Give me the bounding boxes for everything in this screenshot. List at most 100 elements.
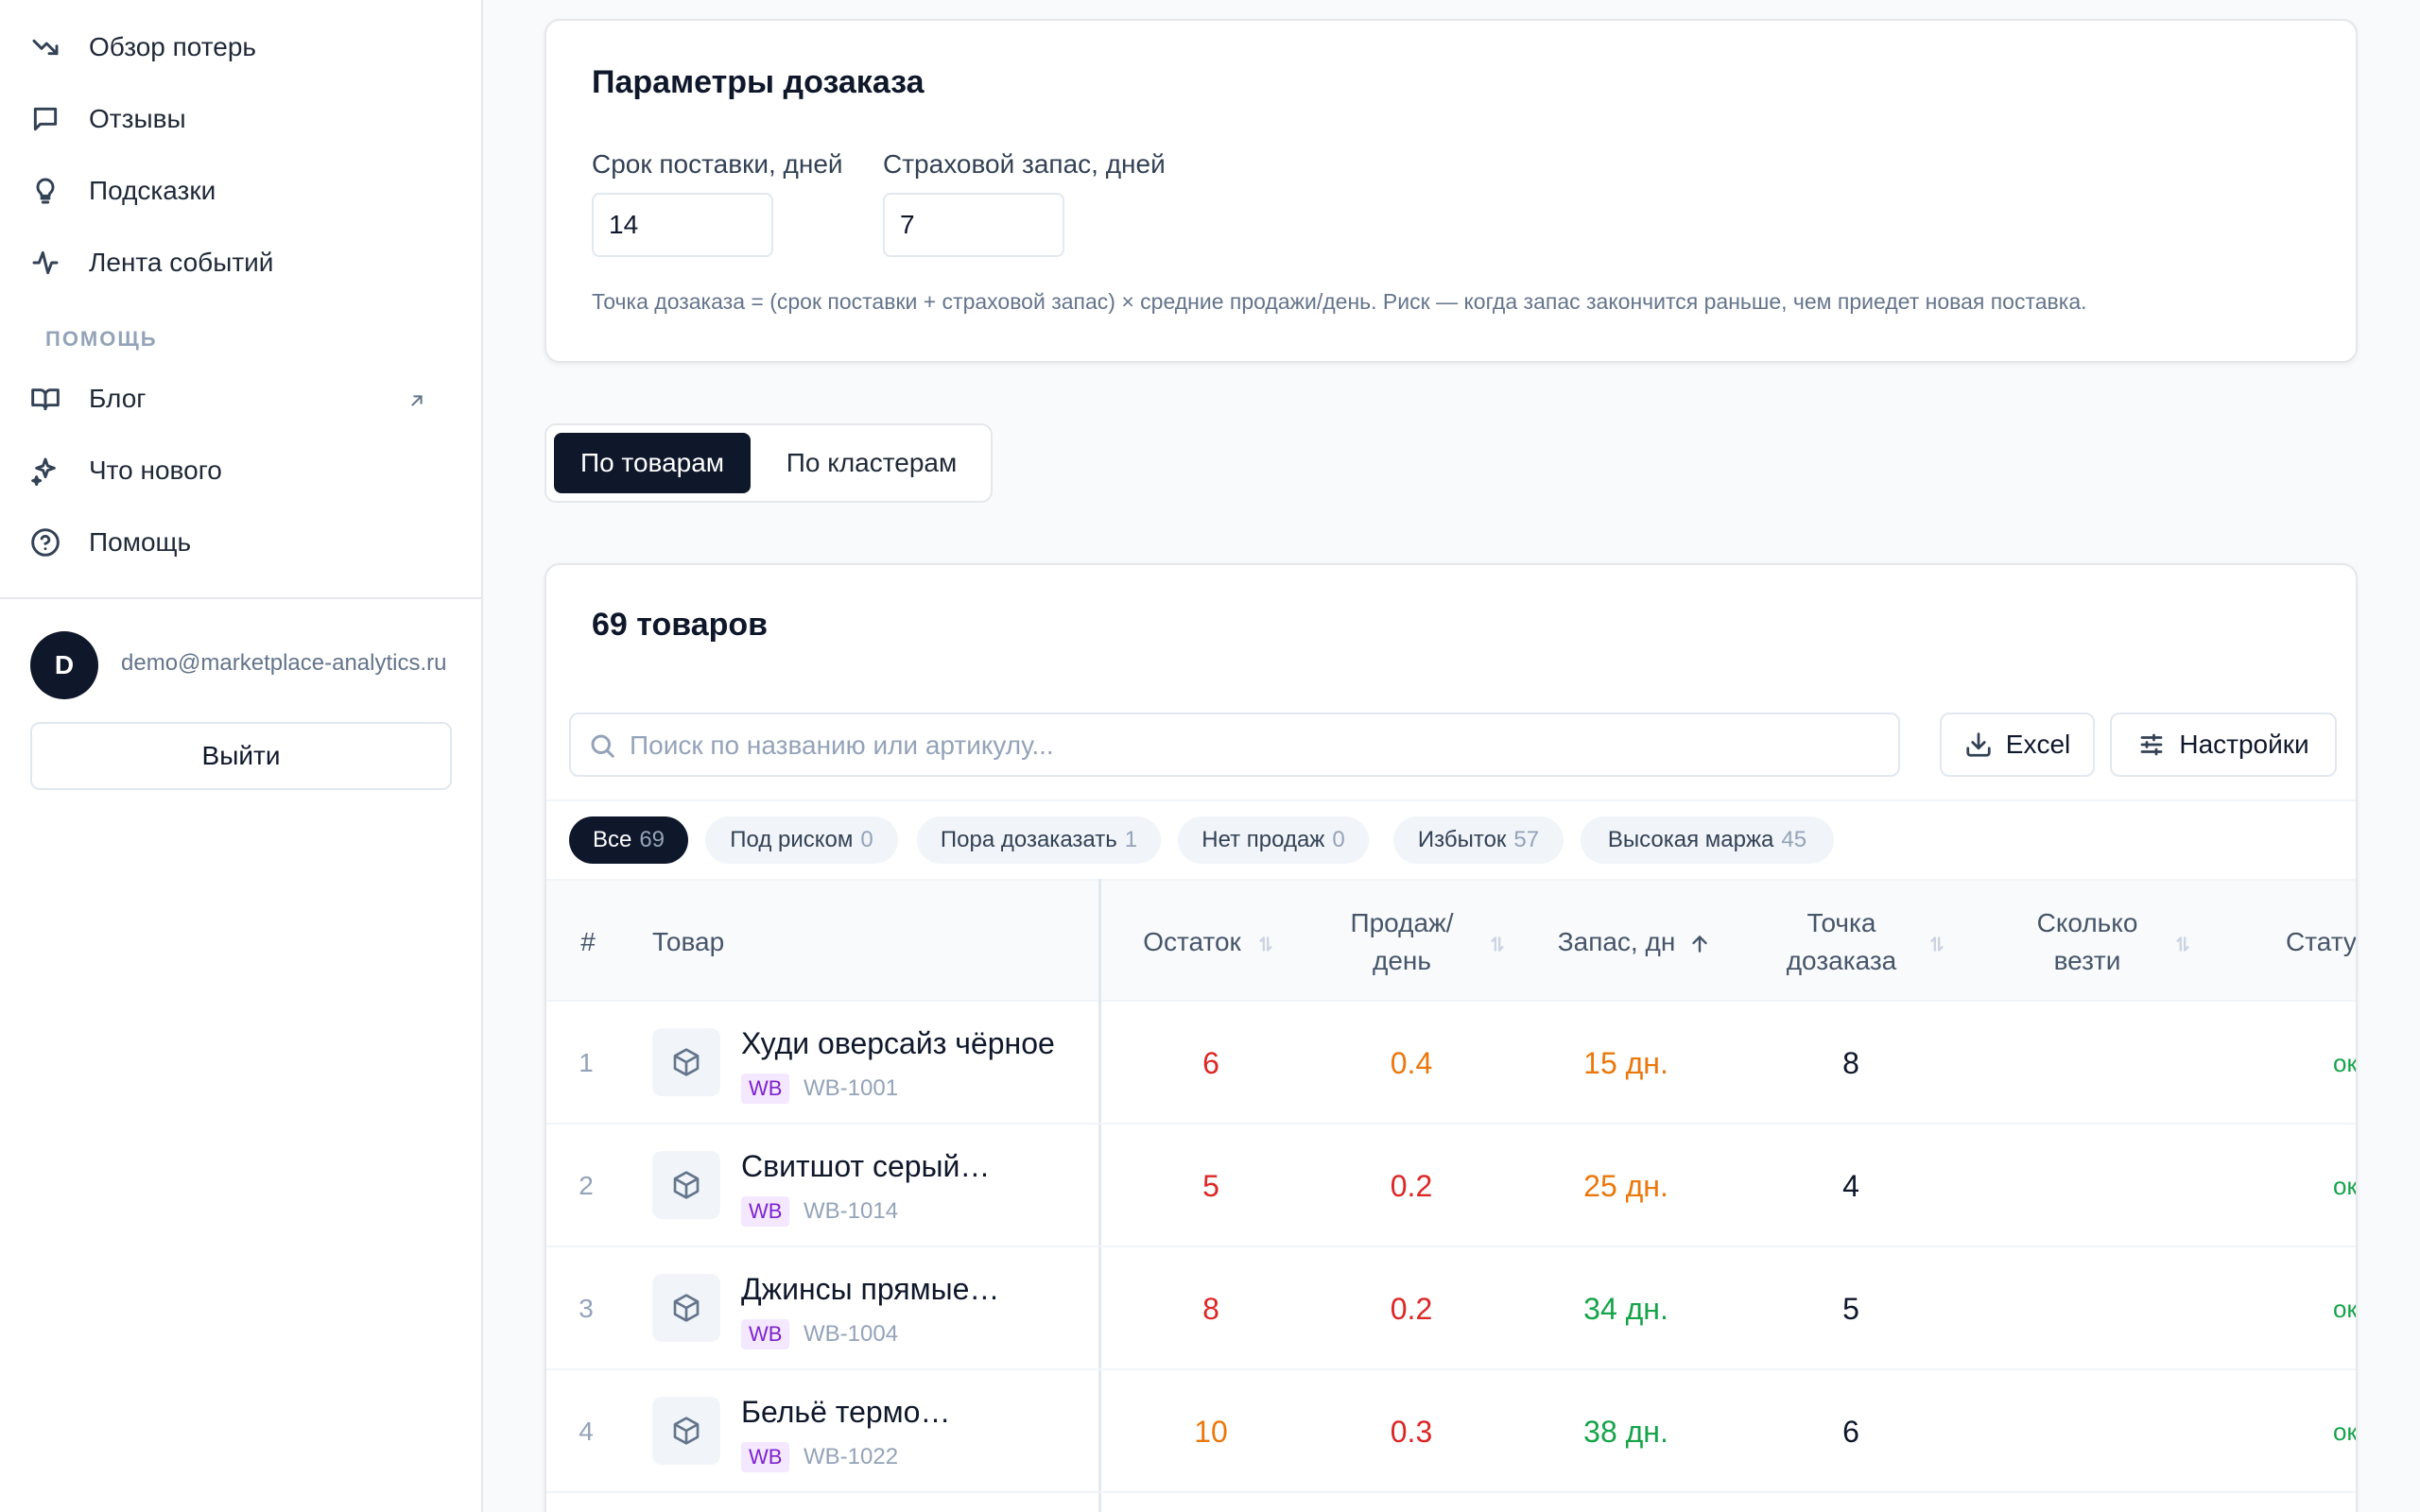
filter-chip-count: 57 xyxy=(1513,827,1540,852)
ship-qty-value xyxy=(1993,1125,2201,1247)
logout-button[interactable]: Выйти xyxy=(30,722,452,790)
table-row[interactable]: 4 Бельё термо… WB WB-1022 10 0.3 38 дн. … xyxy=(546,1370,2358,1493)
days-of-stock-value: 25 дн. xyxy=(1583,1168,1668,1203)
safety-stock-input[interactable] xyxy=(883,193,1064,257)
marketplace-badge: WB xyxy=(741,1074,790,1104)
sort-icon xyxy=(1924,929,1950,955)
table-row[interactable]: 2 Свитшот серый… WB WB-1014 5 0.2 25 дн.… xyxy=(546,1125,2358,1247)
lead-time-label: Срок поставки, дней xyxy=(592,149,843,179)
filter-chip-high-margin[interactable]: Высокая маржа 45 xyxy=(1581,816,1834,864)
lightbulb-icon xyxy=(30,172,89,210)
sidebar-item-hints[interactable]: Подсказки xyxy=(30,163,437,219)
box-icon xyxy=(673,1171,700,1199)
table-settings-button[interactable]: Настройки xyxy=(2110,713,2337,777)
filter-chips: Все 69 Под риском 0 Пора дозаказать 1 Не… xyxy=(546,799,2356,879)
row-number: 4 xyxy=(579,1417,594,1446)
table-settings-label: Настройки xyxy=(2179,730,2309,759)
reorder-point-value: 6 xyxy=(1842,1414,1859,1449)
filter-chip-label: Пора дозаказать xyxy=(940,827,1117,852)
column-header-ship-qty[interactable]: Сколько везти xyxy=(1993,881,2220,1004)
tab-by-clusters[interactable]: По кластерам xyxy=(756,433,987,493)
sidebar-item-events[interactable]: Лента событий xyxy=(30,234,437,291)
box-icon xyxy=(673,1294,700,1322)
filter-chip-no-sales[interactable]: Нет продаж 0 xyxy=(1178,816,1369,864)
status-badge: ок xyxy=(2333,1294,2358,1323)
status-badge: ок xyxy=(2333,1048,2358,1077)
filter-chip-reorder-now[interactable]: Пора дозаказать 1 xyxy=(917,816,1161,864)
sparkles-icon xyxy=(30,452,89,490)
column-header-product[interactable]: Товар xyxy=(652,881,724,1004)
table-row[interactable]: 3 Джинсы прямые… WB WB-1004 8 0.2 34 дн.… xyxy=(546,1247,2358,1370)
help-section-label: ПОМОЩЬ xyxy=(45,327,158,351)
filter-chip-all[interactable]: Все 69 xyxy=(569,816,688,864)
view-tabs: По товарам По кластерам xyxy=(544,423,993,503)
trending-down-icon xyxy=(30,28,89,66)
status-badge: ок xyxy=(2333,1417,2358,1446)
filter-chip-overstock[interactable]: Избыток 57 xyxy=(1393,816,1564,864)
product-name[interactable]: Джинсы прямые… xyxy=(741,1272,1085,1307)
column-header-label: Остаток xyxy=(1143,927,1241,956)
marketplace-badge: WB xyxy=(741,1196,790,1227)
params-title: Параметры дозаказа xyxy=(592,64,925,100)
search-box[interactable] xyxy=(569,713,1900,777)
search-icon xyxy=(588,731,616,760)
sidebar-item-loss-overview[interactable]: Обзор потерь xyxy=(30,19,437,76)
reorder-point-value: 4 xyxy=(1842,1168,1859,1203)
column-header-status[interactable]: Статус xyxy=(2286,881,2356,1004)
column-header-label: Продаж/ день xyxy=(1350,908,1454,975)
sales-per-day-value: 0.2 xyxy=(1390,1291,1433,1326)
product-name[interactable]: Свитшот серый… xyxy=(741,1149,1085,1184)
excel-export-button[interactable]: Excel xyxy=(1940,713,2095,777)
products-count-title: 69 товаров xyxy=(592,607,769,643)
product-sku: WB-1004 xyxy=(804,1321,899,1347)
message-square-icon xyxy=(30,100,89,138)
table-header: # Товар Остаток Продаж/ день Запас, дн Т… xyxy=(546,879,2356,1004)
column-header-stock[interactable]: Остаток xyxy=(1121,881,1301,1004)
products-table-card: 69 товаров Excel Настройки Все 69 Под ри… xyxy=(544,563,2358,1512)
search-input[interactable] xyxy=(630,722,1877,769)
avatar[interactable]: D xyxy=(30,631,98,699)
product-sku: WB-1001 xyxy=(804,1075,899,1101)
user-email: demo@marketplace-analytics.ru xyxy=(121,650,447,676)
product-name[interactable]: Бельё термо… xyxy=(741,1395,1085,1430)
sort-ascending-icon xyxy=(1686,929,1713,955)
sort-icon xyxy=(2169,929,2196,955)
sidebar-item-label: Подсказки xyxy=(89,176,216,205)
tab-by-products[interactable]: По товарам xyxy=(554,433,751,493)
filter-chip-count: 0 xyxy=(1332,827,1345,852)
product-name[interactable]: Худи оверсайз чёрное xyxy=(741,1026,1085,1061)
external-link-icon xyxy=(406,387,429,410)
column-header-sales-per-day[interactable]: Продаж/ день xyxy=(1312,881,1530,1004)
stock-value: 8 xyxy=(1202,1291,1219,1326)
table-row[interactable]: 1 Худи оверсайз чёрное WB WB-1001 6 0.4 … xyxy=(546,1002,2358,1125)
lead-time-input[interactable] xyxy=(592,193,773,257)
help-circle-icon xyxy=(30,524,89,561)
status-badge: ок xyxy=(2333,1171,2358,1200)
sidebar-divider xyxy=(0,597,483,599)
reorder-point-value: 5 xyxy=(1842,1291,1859,1326)
reorder-params-card: Параметры дозаказа Срок поставки, дней С… xyxy=(544,19,2358,363)
product-thumbnail xyxy=(652,1397,720,1465)
sidebar-item-label: Что нового xyxy=(89,455,222,485)
product-thumbnail xyxy=(652,1151,720,1219)
product-thumbnail xyxy=(652,1274,720,1342)
sort-icon xyxy=(1253,929,1279,955)
filter-chip-label: Все xyxy=(592,827,632,852)
sidebar-item-help[interactable]: Помощь xyxy=(30,514,437,571)
marketplace-badge: WB xyxy=(741,1319,790,1349)
sidebar-item-label: Отзывы xyxy=(89,104,186,133)
column-header-days-of-stock[interactable]: Запас, дн xyxy=(1541,881,1730,1004)
column-header-num: # xyxy=(580,927,596,956)
sidebar-item-whats-new[interactable]: Что нового xyxy=(30,442,437,499)
reorder-point-value: 8 xyxy=(1842,1045,1859,1080)
sidebar-item-blog[interactable]: Блог xyxy=(30,370,437,427)
ship-qty-value xyxy=(1993,1002,2201,1125)
days-of-stock-value: 34 дн. xyxy=(1583,1291,1668,1326)
filter-chip-at-risk[interactable]: Под риском 0 xyxy=(705,816,898,864)
sidebar: Обзор потерь Отзывы Подсказки Лента собы… xyxy=(0,0,483,1512)
filter-chip-label: Нет продаж xyxy=(1201,827,1325,852)
filter-chip-count: 69 xyxy=(639,827,666,852)
sidebar-item-reviews[interactable]: Отзывы xyxy=(30,91,437,147)
column-header-reorder-point[interactable]: Точка дозаказа xyxy=(1747,881,1974,1004)
row-number: 2 xyxy=(579,1171,594,1200)
